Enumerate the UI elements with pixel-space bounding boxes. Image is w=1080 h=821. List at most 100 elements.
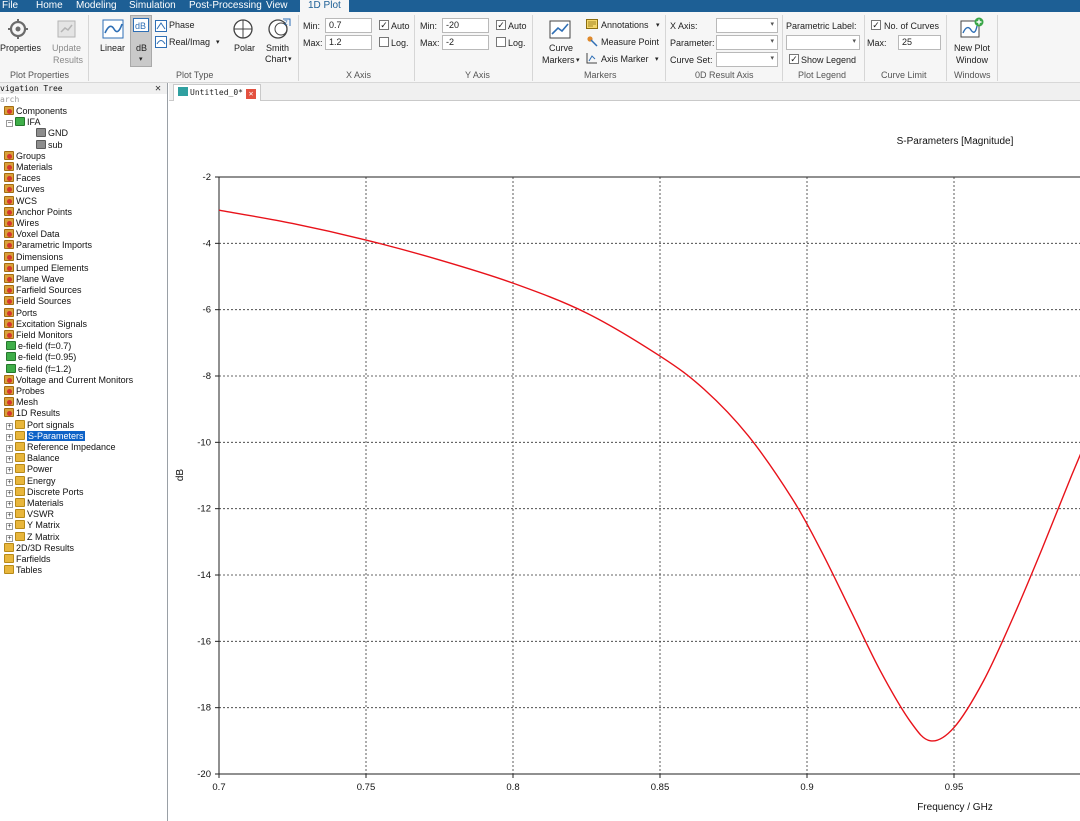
tree-item[interactable]: Farfield Sources (4, 285, 82, 296)
expand-icon[interactable]: + (6, 422, 13, 430)
result-curve-set-combo[interactable]: ▾ (716, 52, 778, 67)
tree-item[interactable]: Groups (4, 150, 46, 162)
close-tab-icon[interactable]: ✕ (245, 89, 256, 99)
tree-item[interactable]: Field Sources (4, 296, 71, 307)
tree-item[interactable]: + Balance (6, 453, 60, 464)
expand-icon[interactable]: + (6, 478, 13, 486)
new-plot-window-icon[interactable] (960, 17, 984, 39)
x-max-input[interactable]: 1.2 (325, 35, 372, 50)
tree-item[interactable]: + VSWR (6, 509, 54, 520)
tree-item[interactable]: Probes (4, 386, 45, 397)
menu-1d-plot[interactable]: 1D Plot (300, 0, 349, 12)
tree-item[interactable]: Wires (4, 218, 39, 229)
expand-icon[interactable]: + (6, 534, 13, 542)
tree-item[interactable]: + Discrete Ports (6, 486, 84, 498)
y-max-input[interactable]: -2 (442, 35, 489, 50)
tree-item[interactable]: e-field (f=0.95) (6, 352, 76, 363)
tree-search-input[interactable]: arch (0, 95, 167, 105)
linear-button[interactable]: Linear (100, 43, 125, 54)
tree-item[interactable]: e-field (f=1.2) (6, 363, 71, 375)
tree-item[interactable]: WCS (4, 195, 37, 207)
tree-item[interactable]: + Reference Impedance (6, 442, 116, 453)
tree-item[interactable]: + Z Matrix (6, 531, 60, 543)
annotations-button[interactable]: Annotations (601, 20, 649, 31)
x-min-input[interactable]: 0.7 (325, 18, 372, 33)
tree-item[interactable]: Components (4, 106, 67, 117)
expand-icon[interactable]: + (6, 523, 13, 531)
plot-area[interactable]: S-Parameters [Magnitude] 0.7 0.75 0.8 0.85 0… (169, 102, 1080, 821)
linear-plot-icon[interactable] (102, 18, 124, 40)
expand-icon[interactable]: + (6, 512, 13, 520)
tree-item[interactable]: 2D/3D Results (4, 542, 74, 554)
db-button[interactable]: dB (136, 43, 147, 54)
measure-point-button[interactable]: Measure Point (601, 37, 659, 48)
tree-item[interactable]: Voltage and Current Monitors (4, 374, 133, 386)
tree-item[interactable]: Farfields (4, 554, 51, 565)
update-button[interactable]: Update (52, 43, 81, 54)
tree-item[interactable]: + Materials (6, 498, 64, 509)
expand-icon[interactable]: + (6, 456, 13, 464)
polar-icon[interactable] (232, 18, 254, 40)
tree-item[interactable]: Faces (4, 173, 41, 184)
tree-item[interactable]: Tables (4, 565, 42, 576)
polar-button[interactable]: Polar (234, 43, 255, 54)
y-min-input[interactable]: -20 (442, 18, 489, 33)
tree-item[interactable]: Mesh (4, 397, 38, 408)
phase-button[interactable]: Phase (169, 20, 195, 31)
expand-icon[interactable]: + (6, 501, 13, 508)
tree-item[interactable]: − IFA (6, 117, 41, 128)
tree-item[interactable]: + Y Matrix (6, 520, 60, 531)
tree-item[interactable]: Voxel Data (4, 229, 60, 240)
tree-item[interactable]: sub (36, 139, 63, 151)
close-icon[interactable]: ✕ (155, 83, 161, 94)
curve-limit-max-input[interactable]: 25 (898, 35, 941, 50)
smith-button[interactable]: Smith (266, 43, 289, 54)
curve-markers-button[interactable]: Curve (549, 43, 573, 54)
tree-item[interactable]: Ports (4, 307, 37, 319)
menu-home[interactable]: Home (36, 0, 63, 12)
menu-modeling[interactable]: Modeling (76, 0, 117, 12)
tree-item[interactable]: Materials (4, 162, 53, 173)
tree-item[interactable]: + Energy (6, 475, 56, 487)
x-log-checkbox[interactable] (379, 37, 389, 47)
tree-item[interactable]: 1D Results (4, 408, 60, 419)
expand-icon[interactable]: + (6, 433, 13, 441)
tab-untitled[interactable]: Untitled_0* ✕ (173, 84, 261, 101)
tree-item[interactable]: Curves (4, 184, 45, 195)
menu-view[interactable]: View (266, 0, 288, 12)
tree-item[interactable]: Lumped Elements (4, 262, 89, 274)
tree-item[interactable]: + Power (6, 464, 53, 475)
expand-icon[interactable]: + (6, 467, 13, 475)
show-legend-checkbox[interactable]: ✓ (789, 54, 799, 64)
tree-item[interactable]: GND (36, 128, 68, 139)
curve-markers-icon[interactable] (549, 20, 571, 40)
tree-item[interactable]: Field Monitors (4, 330, 73, 341)
no-of-curves-checkbox[interactable]: ✓ (871, 20, 881, 30)
axis-marker-button[interactable]: Axis Marker (601, 54, 649, 65)
tree-item[interactable]: Plane Wave (4, 274, 64, 285)
menu-post-processing[interactable]: Post-Processing (189, 0, 262, 12)
result-x-axis-combo[interactable]: ▾ (716, 18, 778, 33)
menu-simulation[interactable]: Simulation (129, 0, 176, 12)
parametric-label-combo[interactable]: ▾ (786, 35, 860, 50)
new-plot-button[interactable]: New Plot (954, 43, 990, 54)
tree-item[interactable]: Parametric Imports (4, 240, 92, 251)
real-imag-button[interactable]: Real/Imag (169, 37, 210, 48)
collapse-icon[interactable]: − (6, 120, 13, 128)
properties-button[interactable]: Properties (0, 43, 41, 54)
expand-icon[interactable]: + (6, 445, 13, 452)
s-parameter-chart[interactable]: S-Parameters [Magnitude] 0.7 0.75 0.8 0.85 0… (169, 102, 1080, 821)
tree-item[interactable]: e-field (f=0.7) (6, 341, 71, 352)
tree-item[interactable]: Dimensions (4, 251, 63, 263)
tree-item[interactable]: Anchor Points (4, 206, 72, 218)
tree-item[interactable]: + Port signals (6, 419, 74, 431)
smith-chart-icon[interactable]: Z (267, 17, 291, 39)
expand-icon[interactable]: + (6, 489, 13, 497)
properties-icon[interactable] (6, 18, 30, 40)
tree-item[interactable]: + S-Parameters (6, 430, 85, 442)
tree-item[interactable]: Excitation Signals (4, 318, 87, 330)
y-auto-checkbox[interactable]: ✓ (496, 20, 506, 30)
y-log-checkbox[interactable] (496, 37, 506, 47)
result-parameter-combo[interactable]: ▾ (716, 35, 778, 50)
x-auto-checkbox[interactable]: ✓ (379, 20, 389, 30)
